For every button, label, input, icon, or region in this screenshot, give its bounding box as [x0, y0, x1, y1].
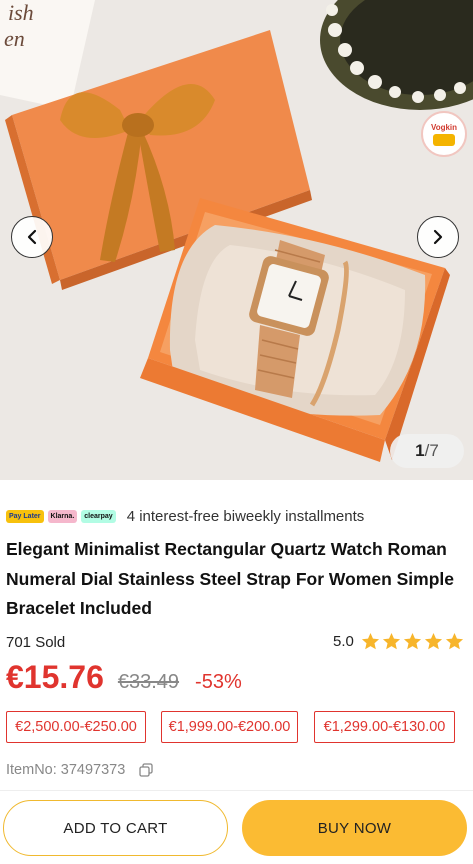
pager-current: 1: [415, 441, 425, 460]
installments-row[interactable]: Pay Later Klarna. clearpay 4 interest-fr…: [6, 505, 364, 527]
rating[interactable]: 5.0: [333, 632, 466, 651]
svg-text:en: en: [4, 26, 25, 51]
pager-total: /7: [424, 441, 439, 460]
rating-score: 5.0: [333, 633, 354, 650]
sold-count: 701 Sold: [6, 634, 66, 651]
svg-text:ish: ish: [8, 0, 34, 25]
price-row: €15.76 €33.49 -53%: [6, 659, 242, 696]
brand-badge-text: Vogkin: [430, 122, 458, 132]
product-image-gallery[interactable]: ish en Vogkin 1 /7: [0, 0, 473, 480]
star-icon: [403, 632, 421, 650]
installments-text: 4 interest-free biweekly installments: [126, 507, 365, 525]
clearpay-logo: clearpay: [81, 509, 116, 523]
star-icon: [445, 632, 463, 650]
brand-cart-icon: [433, 133, 455, 146]
product-photo: ish en: [0, 0, 473, 480]
sale-price: €15.76: [6, 659, 104, 695]
coupon-1[interactable]: €2,500.00-€250.00: [6, 711, 146, 743]
item-number: ItemNo: 37497373: [6, 762, 153, 778]
item-number-text: ItemNo: 37497373: [6, 762, 126, 778]
pay-later-logo: Pay Later: [6, 509, 44, 523]
rating-stars: [361, 632, 466, 651]
star-icon: [382, 632, 400, 650]
chevron-right-icon: [433, 229, 443, 245]
star-icon: [361, 632, 379, 650]
previous-image-button[interactable]: [11, 216, 53, 258]
star-icon: [424, 632, 442, 650]
add-to-cart-button[interactable]: ADD TO CART: [3, 800, 228, 856]
chevron-left-icon: [27, 229, 37, 245]
product-title: Elegant Minimalist Rectangular Quartz Wa…: [6, 539, 455, 618]
brand-badge: Vogkin: [421, 111, 467, 157]
discount-badge: -53%: [195, 671, 242, 693]
coupon-3[interactable]: €1,299.00-€130.00: [314, 711, 455, 743]
divider: [0, 790, 473, 791]
buy-now-button[interactable]: BUY NOW: [242, 800, 467, 856]
original-price: €33.49: [117, 671, 180, 693]
coupon-2[interactable]: €1,999.00-€200.00: [161, 711, 298, 743]
klarna-logo: Klarna.: [47, 509, 78, 523]
image-pager: 1 /7: [390, 434, 464, 468]
copy-icon[interactable]: [139, 763, 153, 777]
next-image-button[interactable]: [417, 216, 459, 258]
